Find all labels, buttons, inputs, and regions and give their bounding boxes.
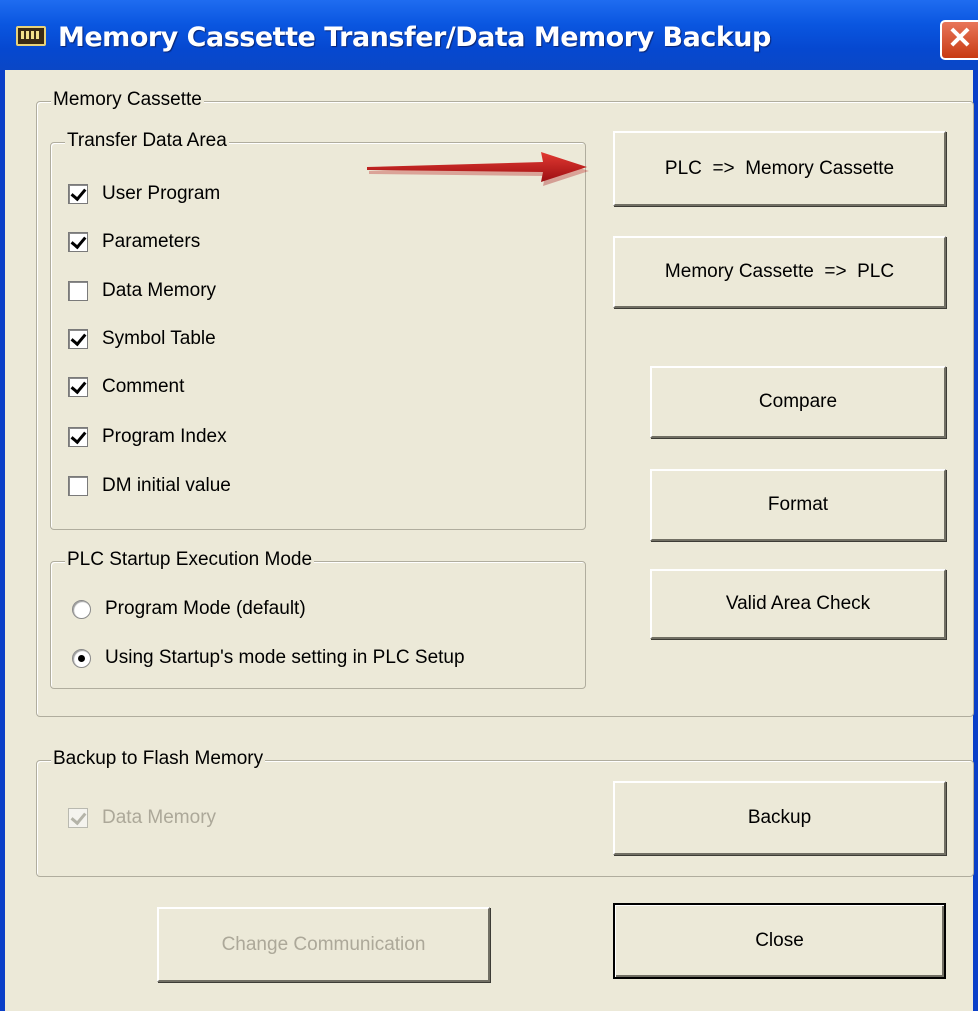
checkbox-flash-data-memory[interactable]: Data Memory	[68, 805, 216, 831]
title-bar[interactable]: Memory Cassette Transfer/Data Memory Bac…	[0, 0, 978, 70]
radio-button[interactable]	[72, 648, 91, 668]
memory-cassette-to-plc-button[interactable]: Memory Cassette => PLC	[613, 236, 946, 308]
radio-startup-setting[interactable]: Using Startup's mode setting in PLC Setu…	[72, 645, 465, 671]
format-button[interactable]: Format	[650, 469, 946, 541]
checkbox-label: Comment	[102, 376, 185, 397]
backup-button[interactable]: Backup	[613, 781, 946, 855]
checkbox-label: DM initial value	[102, 475, 231, 496]
checkbox-box[interactable]	[68, 377, 88, 397]
plc-to-memory-cassette-button[interactable]: PLC => Memory Cassette	[613, 131, 946, 206]
checkbox-label: Data Memory	[102, 807, 217, 828]
checkbox-box[interactable]	[68, 329, 88, 349]
radio-button[interactable]	[72, 599, 91, 619]
checkbox-box[interactable]	[68, 281, 88, 301]
flash-backup-label: Backup to Flash Memory	[51, 748, 266, 770]
checkbox-user-program[interactable]: User Program	[68, 181, 220, 207]
checkbox-label: Symbol Table	[102, 328, 216, 349]
compare-button[interactable]: Compare	[650, 366, 946, 438]
checkbox-label: Data Memory	[102, 280, 217, 301]
checkbox-box[interactable]	[68, 184, 88, 204]
checkbox-box[interactable]	[68, 476, 88, 496]
dialog-window: Memory Cassette Transfer/Data Memory Bac…	[0, 0, 978, 1011]
close-icon: ✕	[947, 22, 973, 55]
startup-mode-label: PLC Startup Execution Mode	[65, 549, 315, 571]
radio-program-mode[interactable]: Program Mode (default)	[72, 596, 306, 622]
close-button[interactable]: Close	[613, 903, 946, 979]
checkbox-data-memory[interactable]: Data Memory	[68, 278, 216, 304]
annotation-arrow-icon	[367, 152, 589, 186]
checkbox-box[interactable]	[68, 808, 88, 828]
change-communication-button[interactable]: Change Communication	[157, 907, 490, 982]
transfer-data-area-label: Transfer Data Area	[65, 130, 229, 152]
checkbox-dm-initial-value[interactable]: DM initial value	[68, 473, 231, 499]
checkbox-parameters[interactable]: Parameters	[68, 229, 200, 255]
checkbox-program-index[interactable]: Program Index	[68, 424, 227, 450]
valid-area-check-button[interactable]: Valid Area Check	[650, 569, 946, 639]
memory-cassette-group-label: Memory Cassette	[51, 89, 204, 111]
checkbox-comment[interactable]: Comment	[68, 374, 184, 400]
close-window-button[interactable]: ✕	[940, 20, 978, 60]
checkbox-label: Program Index	[102, 426, 227, 447]
radio-label: Program Mode (default)	[105, 598, 306, 619]
memory-cassette-icon	[16, 26, 46, 46]
checkbox-box[interactable]	[68, 232, 88, 252]
radio-label: Using Startup's mode setting in PLC Setu…	[105, 647, 465, 668]
checkbox-symbol-table[interactable]: Symbol Table	[68, 326, 216, 352]
checkbox-label: Parameters	[102, 231, 201, 252]
checkbox-box[interactable]	[68, 427, 88, 447]
checkbox-label: User Program	[102, 183, 221, 204]
window-title: Memory Cassette Transfer/Data Memory Bac…	[58, 22, 771, 53]
